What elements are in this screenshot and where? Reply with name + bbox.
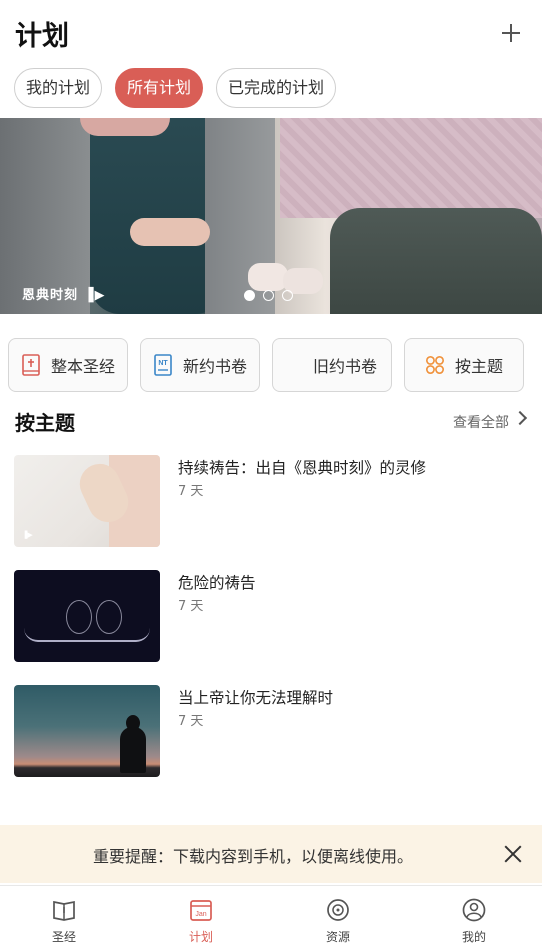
- whole-bible-label: 整本圣经: [50, 357, 115, 376]
- profile-icon: [462, 898, 486, 922]
- carousel-dot[interactable]: [263, 290, 274, 301]
- plan-tabs: 我的计划 所有计划 已完成的计划: [14, 68, 337, 108]
- chevron-right-icon[interactable]: [512, 410, 528, 426]
- view-all-link[interactable]: 查看全部: [453, 412, 509, 432]
- nav-item-resources[interactable]: 资源: [308, 898, 368, 945]
- by-topic-label: 按主题: [454, 357, 503, 376]
- new-testament-label: 新约书卷: [182, 357, 247, 376]
- plan-thumbnail: ▐▶: [14, 455, 160, 547]
- new-testament-button[interactable]: NT 新约书卷: [140, 338, 260, 392]
- header: 计划: [0, 0, 542, 64]
- tab-completed-plans[interactable]: 已完成的计划: [216, 68, 337, 108]
- nav-label: 计划: [188, 930, 213, 944]
- disc-icon: [327, 899, 349, 921]
- by-topic-button[interactable]: 按主题: [404, 338, 524, 392]
- thumb-image-part: [24, 628, 150, 642]
- quick-filters: 整本圣经 NT 新约书卷 旧约书卷 按主题: [8, 338, 524, 392]
- svg-text:Jan: Jan: [195, 911, 206, 918]
- close-icon[interactable]: [500, 841, 526, 867]
- nav-label: 我的: [461, 930, 486, 944]
- baby-shoe: [248, 263, 288, 291]
- whole-bible-button[interactable]: 整本圣经: [8, 338, 128, 392]
- carousel-dots: [244, 290, 293, 301]
- thumb-watermark: ▐▶: [22, 531, 33, 539]
- plan-list-item[interactable]: 危险的祷告 7 天: [14, 570, 528, 662]
- banner-brand: 恩典时刻 ▐▶: [22, 284, 106, 303]
- plan-thumbnail: [14, 685, 160, 777]
- banner-image-part: [330, 208, 542, 314]
- plan-duration: 7 天: [178, 599, 204, 614]
- plan-title: 持续祷告：出自《恩典时刻》的灵修: [178, 459, 427, 477]
- section-title: 按主题: [15, 411, 75, 435]
- banner-image-part: [80, 118, 170, 136]
- nav-item-me[interactable]: 我的: [444, 898, 504, 945]
- banner-image-part: [280, 118, 542, 218]
- carousel-dot[interactable]: [244, 290, 255, 301]
- add-plan-button[interactable]: [496, 18, 526, 48]
- nav-label: 资源: [325, 930, 350, 944]
- plan-list-item[interactable]: 当上帝让你无法理解时 7 天: [14, 685, 528, 777]
- plan-list-item[interactable]: ▐▶ 持续祷告：出自《恩典时刻》的灵修 7 天: [14, 455, 528, 547]
- plan-duration: 7 天: [178, 484, 204, 499]
- calendar-icon: Jan: [190, 900, 212, 921]
- nt-icon: NT: [154, 354, 172, 376]
- plan-thumbnail: [14, 570, 160, 662]
- plan-title: 当上帝让你无法理解时: [178, 689, 334, 707]
- nav-item-bible[interactable]: 圣经: [34, 898, 94, 945]
- offline-notice-banner: 重要提醒：下载内容到手机，以便离线使用。: [0, 825, 542, 883]
- carousel-dot[interactable]: [282, 290, 293, 301]
- bible-icon: [22, 354, 40, 376]
- tab-my-plans[interactable]: 我的计划: [14, 68, 103, 108]
- thumb-image-part: [120, 727, 146, 773]
- bible-book-icon: [53, 900, 75, 921]
- play-logo-icon: ▐▶: [83, 288, 106, 303]
- topics-icon: [425, 356, 444, 374]
- bottom-navigation: 圣经 Jan 计划 资源 我的: [0, 885, 542, 952]
- topic-section-header: 按主题 查看全部: [15, 404, 528, 438]
- nav-label: 圣经: [51, 930, 76, 944]
- page-title: 计划: [15, 21, 69, 52]
- nav-item-plans[interactable]: Jan 计划: [171, 898, 231, 945]
- plan-title: 危险的祷告: [178, 574, 256, 592]
- old-testament-label: 旧约书卷: [312, 357, 377, 376]
- featured-banner[interactable]: 恩典时刻 ▐▶: [0, 118, 542, 314]
- banner-brand-text: 恩典时刻: [22, 288, 79, 303]
- old-testament-button[interactable]: 旧约书卷: [272, 338, 392, 392]
- svg-text:NT: NT: [158, 360, 168, 367]
- banner-image-part: [130, 218, 210, 246]
- notice-text: 重要提醒：下载内容到手机，以便离线使用。: [93, 847, 414, 866]
- plan-duration: 7 天: [178, 714, 204, 729]
- tab-all-plans[interactable]: 所有计划: [115, 68, 204, 108]
